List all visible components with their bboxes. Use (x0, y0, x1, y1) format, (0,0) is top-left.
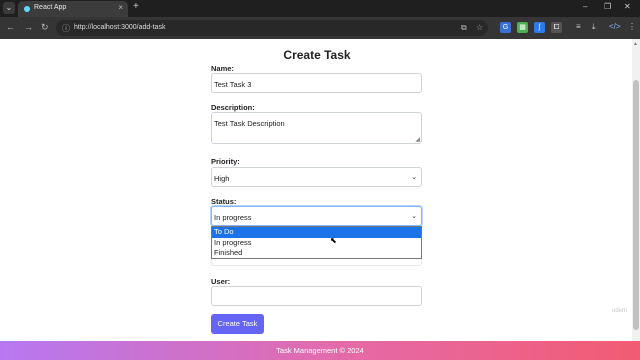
page-content: Create Task Name: Test Task 3 Descriptio… (0, 39, 632, 341)
description-label: Description: (211, 103, 255, 112)
chevron-down-icon: ⌄ (411, 174, 417, 181)
status-value: In progress (214, 213, 252, 222)
footer-text: Task Management © 2024 (276, 346, 364, 355)
browser-toolbar: ← → ↻ ⓘ http://localhost:3000/add-task ⧉… (0, 17, 640, 39)
close-window-icon[interactable]: ✕ (624, 2, 631, 11)
scroll-up-icon[interactable]: ▲ (633, 41, 638, 47)
browser-tab[interactable]: React App × (18, 1, 128, 17)
browser-tabbar: ⌄ React App × + – ❐ ✕ (0, 0, 640, 17)
description-textarea[interactable]: Test Task Description ◢ (211, 112, 422, 144)
menu-list-icon[interactable]: ≡ (576, 22, 581, 31)
page-title: Create Task (283, 48, 351, 62)
new-tab-icon[interactable]: + (133, 1, 139, 12)
create-task-button[interactable]: Create Task (211, 314, 264, 334)
blue-extension-icon[interactable]: ʃ (534, 22, 545, 33)
extensions-puzzle-icon[interactable]: ⧠ (551, 22, 562, 33)
status-option-todo[interactable]: To Do (212, 227, 421, 238)
mouse-cursor-icon: ⬉ (330, 236, 337, 245)
priority-select[interactable]: High ⌄ (211, 167, 422, 187)
address-url[interactable]: http://localhost:3000/add-task (74, 24, 165, 31)
react-favicon-icon (24, 6, 30, 12)
chevron-down-icon: ⌄ (411, 213, 417, 220)
minimize-icon[interactable]: – (583, 2, 587, 11)
status-option-in-progress[interactable]: In progress (212, 238, 421, 249)
page-footer: Task Management © 2024 (0, 341, 640, 360)
name-input[interactable]: Test Task 3 (211, 73, 422, 93)
priority-label: Priority: (211, 157, 240, 166)
reload-icon[interactable]: ↻ (41, 22, 49, 33)
devtools-icon[interactable]: </> (609, 22, 621, 31)
forward-icon[interactable]: → (24, 22, 33, 32)
name-label: Name: (211, 64, 234, 73)
translate-extension-icon[interactable]: G (500, 22, 511, 33)
address-bar[interactable]: ⓘ http://localhost:3000/add-task ⧉ ☆ (56, 20, 488, 36)
status-option-finished[interactable]: Finished (212, 248, 421, 259)
install-app-icon[interactable]: ⧉ (461, 23, 467, 33)
watermark: udem (612, 308, 628, 314)
user-label: User: (211, 277, 231, 286)
tab-list-icon[interactable]: ⌄ (3, 2, 15, 14)
more-menu-icon[interactable]: ⋮ (628, 22, 636, 31)
status-label: Status: (211, 197, 237, 206)
resize-grip-icon[interactable]: ◢ (415, 136, 420, 143)
status-dropdown-list: To Do In progress Finished (211, 226, 422, 259)
back-icon[interactable]: ← (6, 22, 15, 32)
site-info-icon[interactable]: ⓘ (62, 23, 70, 34)
user-input[interactable] (211, 286, 422, 306)
green-extension-icon[interactable]: ▦ (517, 22, 528, 33)
restore-icon[interactable]: ❐ (604, 2, 611, 11)
scrollbar-thumb[interactable] (633, 80, 639, 330)
close-tab-icon[interactable]: × (118, 3, 123, 12)
description-value: Test Task Description (214, 119, 285, 128)
status-select[interactable]: In progress ⌄ (211, 206, 422, 226)
bookmark-star-icon[interactable]: ☆ (476, 23, 483, 32)
download-icon[interactable]: ⤓ (592, 22, 596, 32)
priority-value: High (214, 174, 230, 183)
tab-title: React App (34, 4, 67, 11)
